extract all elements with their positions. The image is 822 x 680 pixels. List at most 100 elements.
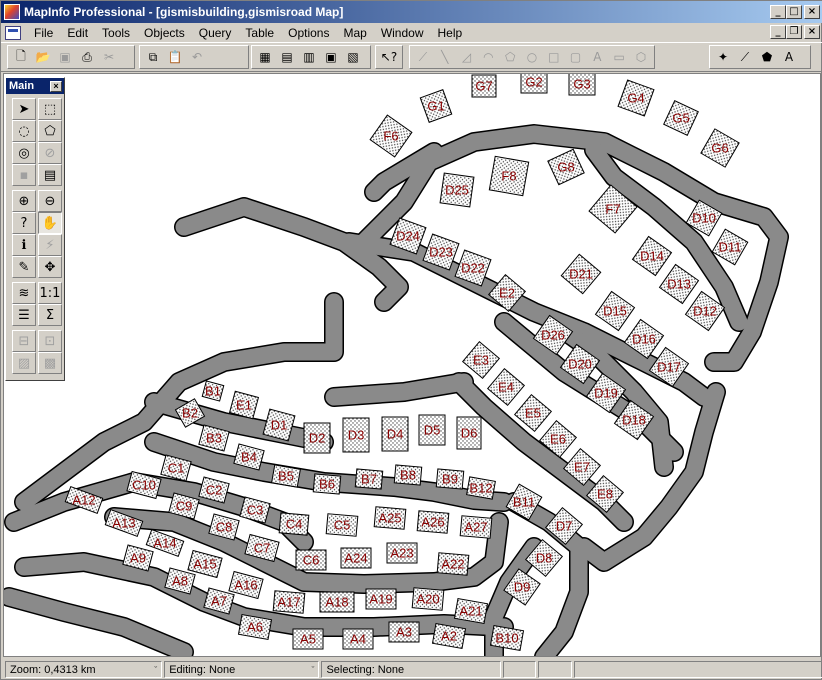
minimize-button[interactable]: _ bbox=[770, 5, 786, 19]
building-e3[interactable]: E3 bbox=[461, 340, 501, 380]
cut-icon[interactable]: ✂ bbox=[98, 46, 120, 68]
hotlink-icon[interactable]: ⚡ bbox=[38, 234, 62, 256]
building-a15[interactable]: A15 bbox=[187, 549, 223, 579]
grabber-hand-icon[interactable]: ✋ bbox=[38, 212, 62, 234]
line-style-icon[interactable]: ⟋ bbox=[734, 46, 756, 68]
building-c10[interactable]: C10 bbox=[126, 470, 162, 500]
ellipse-tool-icon[interactable]: ○ bbox=[521, 46, 543, 68]
set-target-icon[interactable]: ⊡ bbox=[38, 330, 62, 352]
graph-select-icon[interactable]: ▤ bbox=[38, 164, 62, 186]
new-grapher-icon[interactable]: ▥ bbox=[298, 46, 320, 68]
main-toolbar-palette[interactable]: Main × ➤ ⬚ ◌ ⬠ ◎ ⊘ ▪ ▤ ⊕ ⊖ ? ✋ ℹ ⚡ ✎ ✥ ≋… bbox=[5, 77, 65, 381]
building-a27[interactable]: A27 bbox=[459, 515, 493, 539]
building-f8[interactable]: F8 bbox=[488, 155, 530, 197]
building-d4[interactable]: D4 bbox=[381, 416, 409, 452]
show-statistics-icon[interactable]: ▩ bbox=[38, 352, 62, 374]
radius-select-icon[interactable]: ◌ bbox=[12, 120, 36, 142]
building-c4[interactable]: C4 bbox=[278, 512, 310, 536]
building-b1[interactable]: B1 bbox=[201, 380, 225, 402]
maximize-button[interactable]: □ bbox=[786, 5, 802, 19]
text-style-icon[interactable]: A bbox=[778, 46, 800, 68]
building-a25[interactable]: A25 bbox=[373, 506, 407, 530]
rectangle-tool-icon[interactable]: □ bbox=[543, 46, 565, 68]
menu-options[interactable]: Options bbox=[281, 26, 336, 40]
layer-control-icon[interactable]: ≋ bbox=[12, 282, 36, 304]
building-d2[interactable]: D2 bbox=[303, 422, 331, 454]
building-a23[interactable]: A23 bbox=[386, 542, 418, 564]
building-d14[interactable]: D14 bbox=[631, 235, 673, 277]
boundary-select-icon[interactable]: ◎ bbox=[12, 142, 36, 164]
building-c6[interactable]: C6 bbox=[295, 549, 327, 571]
arc-tool-icon[interactable]: ◠ bbox=[477, 46, 499, 68]
title-bar[interactable]: MapInfo Professional - [gismisbuilding,g… bbox=[1, 1, 822, 23]
open-folder-icon[interactable]: 📂 bbox=[32, 46, 54, 68]
building-b12[interactable]: B12 bbox=[466, 476, 496, 500]
close-button[interactable]: × bbox=[804, 5, 820, 19]
print-icon[interactable]: ⎙ bbox=[76, 46, 98, 68]
building-c3[interactable]: C3 bbox=[239, 496, 271, 524]
ruler-icon[interactable]: 1:1 bbox=[38, 282, 62, 304]
change-view-icon[interactable]: ? bbox=[12, 212, 36, 234]
building-g3[interactable]: G3 bbox=[568, 74, 596, 96]
label-tool-icon[interactable]: ✎ bbox=[12, 256, 36, 278]
building-a22[interactable]: A22 bbox=[436, 552, 470, 576]
redistricter-icon[interactable]: ▧ bbox=[342, 46, 364, 68]
building-d25[interactable]: D25 bbox=[439, 172, 475, 208]
region-style-icon[interactable]: ⬟ bbox=[756, 46, 778, 68]
show-legend-icon[interactable]: ▨ bbox=[12, 352, 36, 374]
menu-help[interactable]: Help bbox=[431, 26, 470, 40]
unselect-all-icon[interactable]: ⊘ bbox=[38, 142, 62, 164]
rounded-rect-tool-icon[interactable]: ▢ bbox=[565, 46, 587, 68]
clip-region-icon[interactable]: ⊟ bbox=[12, 330, 36, 352]
reshape-tool-icon[interactable]: ⬡ bbox=[630, 46, 652, 68]
building-d6[interactable]: D6 bbox=[456, 416, 482, 450]
line-tool-icon[interactable]: ╲ bbox=[434, 46, 456, 68]
editing-status[interactable]: Editing: None ˇ bbox=[164, 660, 320, 678]
marquee-select-icon[interactable]: ⬚ bbox=[38, 98, 62, 120]
zoom-in-icon[interactable]: ⊕ bbox=[12, 190, 36, 212]
help-pointer-icon[interactable]: ↖? bbox=[378, 46, 400, 68]
document-icon[interactable] bbox=[5, 25, 21, 40]
building-g4[interactable]: G4 bbox=[617, 79, 655, 117]
building-g5[interactable]: G5 bbox=[663, 100, 699, 136]
building-g6[interactable]: G6 bbox=[700, 128, 740, 168]
editing-dropdown-icon[interactable]: ˇ bbox=[311, 665, 314, 675]
polygon-tool-icon[interactable]: ⬠ bbox=[499, 46, 521, 68]
building-d21[interactable]: D21 bbox=[560, 253, 602, 295]
building-a5[interactable]: A5 bbox=[292, 628, 324, 650]
building-b8[interactable]: B8 bbox=[393, 464, 423, 486]
palette-close-button[interactable]: × bbox=[50, 80, 62, 92]
statistics-icon[interactable]: Σ bbox=[38, 304, 62, 326]
text-tool-icon[interactable]: A bbox=[587, 46, 609, 68]
building-a3[interactable]: A3 bbox=[388, 621, 420, 643]
building-d13[interactable]: D13 bbox=[658, 263, 700, 305]
zoom-dropdown-icon[interactable]: ˇ bbox=[154, 665, 157, 675]
menu-tools[interactable]: Tools bbox=[95, 26, 137, 40]
new-layout-icon[interactable]: ▣ bbox=[320, 46, 342, 68]
new-browser-icon[interactable]: ▦ bbox=[254, 46, 276, 68]
building-a17[interactable]: A17 bbox=[272, 590, 306, 614]
drag-map-icon[interactable]: ✥ bbox=[38, 256, 62, 278]
info-tool-icon[interactable]: ℹ bbox=[12, 234, 36, 256]
polygon-select-icon[interactable]: ⬠ bbox=[38, 120, 62, 142]
building-d5[interactable]: D5 bbox=[418, 414, 446, 446]
map-canvas[interactable]: F6 G1 G7 G2 G3 G4 G5 G6 G8 F8 D25 F7 D10D11 D24 D23 D22… bbox=[4, 74, 821, 657]
invert-selection-icon[interactable]: ▪ bbox=[12, 164, 36, 186]
menu-edit[interactable]: Edit bbox=[60, 26, 95, 40]
building-c5[interactable]: C5 bbox=[325, 513, 359, 537]
new-mapper-icon[interactable]: ▤ bbox=[276, 46, 298, 68]
selecting-status[interactable]: Selecting: None bbox=[321, 660, 501, 678]
building-b6[interactable]: B6 bbox=[312, 473, 342, 495]
building-b7[interactable]: B7 bbox=[354, 468, 384, 490]
palette-title-bar[interactable]: Main × bbox=[6, 78, 64, 94]
building-d3[interactable]: D3 bbox=[342, 417, 370, 453]
mdi-restore-button[interactable]: ❐ bbox=[786, 25, 802, 39]
building-d15[interactable]: D15 bbox=[594, 290, 636, 332]
menu-objects[interactable]: Objects bbox=[137, 26, 192, 40]
new-file-icon[interactable]: 🗋 bbox=[10, 46, 32, 68]
save-icon[interactable]: ▣ bbox=[54, 46, 76, 68]
polyline-tool-icon[interactable]: ◿ bbox=[456, 46, 478, 68]
building-g7[interactable]: G7 bbox=[471, 74, 497, 98]
menu-table[interactable]: Table bbox=[238, 26, 281, 40]
symbol-style-icon[interactable]: ✦ bbox=[712, 46, 734, 68]
